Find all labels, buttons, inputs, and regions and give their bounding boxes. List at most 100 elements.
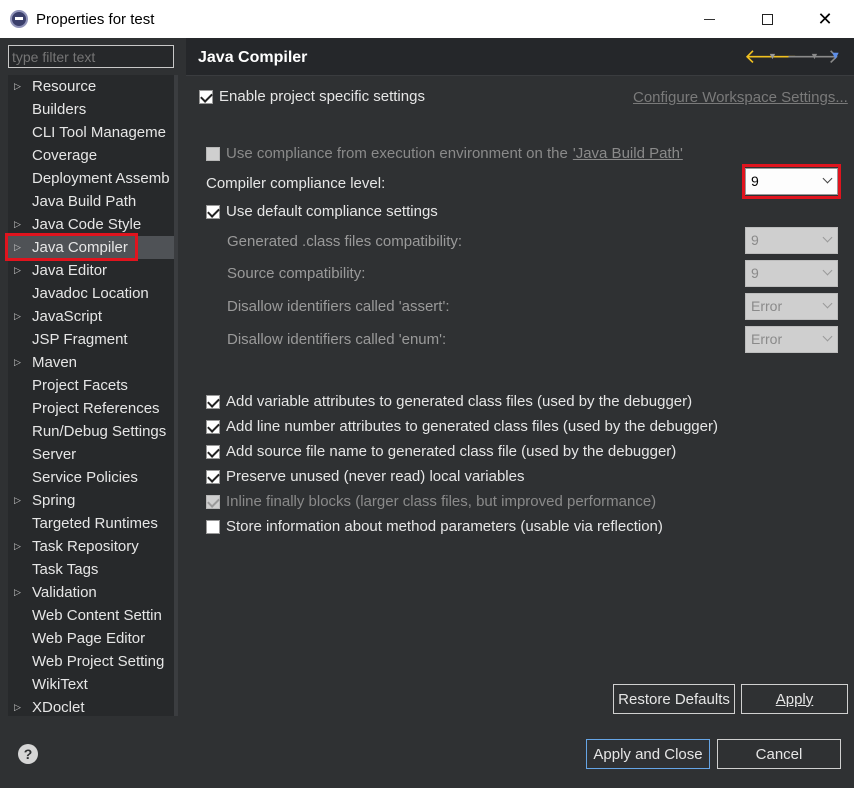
maximize-icon <box>761 13 773 25</box>
apply-button[interactable]: Apply <box>741 684 848 714</box>
sidebar-item[interactable]: Coverage <box>8 144 174 167</box>
title-bar: Properties for test ✕ <box>0 0 854 38</box>
sidebar-item[interactable]: ▷ Task Repository <box>8 535 174 558</box>
sidebar-item[interactable]: Server <box>8 443 174 466</box>
sidebar-item[interactable]: Deployment Assemb <box>8 167 174 190</box>
filter-input[interactable] <box>8 45 174 68</box>
configure-workspace-link[interactable]: Configure Workspace Settings... <box>633 89 848 106</box>
option-row[interactable]: Preserve unused (never read) local varia… <box>206 468 524 485</box>
sidebar-item-label: Builders <box>32 101 87 118</box>
sidebar-item[interactable]: Java Build Path <box>8 190 174 213</box>
expand-arrow-icon[interactable]: ▷ <box>8 81 32 92</box>
enable-project-specific-row[interactable]: Enable project specific settings <box>199 88 425 105</box>
disallow-assert-select: Error <box>745 293 838 320</box>
disallow-enum-label: Disallow identifiers called 'enum': <box>227 331 447 348</box>
restore-defaults-button[interactable]: Restore Defaults <box>613 684 735 714</box>
expand-arrow-icon[interactable]: ▷ <box>8 702 32 713</box>
maximize-button[interactable] <box>738 0 796 38</box>
option-row[interactable]: Add variable attributes to generated cla… <box>206 393 692 410</box>
sidebar-item-label: WikiText <box>32 676 88 693</box>
option-label: Preserve unused (never read) local varia… <box>226 468 525 485</box>
tree-scrollbar[interactable] <box>174 75 178 716</box>
expand-arrow-icon[interactable]: ▷ <box>8 495 32 506</box>
sidebar-item[interactable]: Task Tags <box>8 558 174 581</box>
sidebar-item[interactable]: ▷ Resource <box>8 75 174 98</box>
sidebar-item[interactable]: JSP Fragment <box>8 328 174 351</box>
source-compat-label: Source compatibility: <box>227 265 366 282</box>
sidebar-item[interactable]: ▷ Spring <box>8 489 174 512</box>
expand-arrow-icon[interactable]: ▷ <box>8 541 32 552</box>
page-header: Java Compiler 🡐 ▼ 🡒 ▼ ▼ <box>186 38 854 76</box>
sidebar-item[interactable]: Web Content Settin <box>8 604 174 627</box>
sidebar-item-label: Validation <box>32 584 97 601</box>
sidebar-item[interactable]: ▷ Maven <box>8 351 174 374</box>
back-dropdown-icon[interactable]: ▼ <box>768 46 777 66</box>
option-row[interactable]: Add source file name to generated class … <box>206 443 676 460</box>
source-compat-value: 9 <box>751 265 759 281</box>
sidebar-item-label: JSP Fragment <box>32 331 128 348</box>
forward-dropdown-icon[interactable]: ▼ <box>810 46 819 66</box>
use-default-compliance-checkbox[interactable] <box>206 204 220 219</box>
option-row[interactable]: Store information about method parameter… <box>206 518 663 535</box>
main-panel: Java Compiler 🡐 ▼ 🡒 ▼ ▼ Enable project s… <box>186 38 854 722</box>
sidebar-item-label: Deployment Assemb <box>32 170 170 187</box>
disallow-assert-label: Disallow identifiers called 'assert': <box>227 298 450 315</box>
option-checkbox[interactable] <box>206 444 220 459</box>
chevron-down-icon <box>822 232 833 243</box>
sidebar-item[interactable]: Project References <box>8 397 174 420</box>
chevron-down-icon <box>822 331 833 342</box>
apply-and-close-button[interactable]: Apply and Close <box>586 739 710 769</box>
minimize-icon <box>703 18 715 20</box>
sidebar-item-label: Project Facets <box>32 377 128 394</box>
sidebar-item[interactable]: Web Project Setting <box>8 650 174 673</box>
selected-item-highlight <box>5 233 138 261</box>
option-checkbox[interactable] <box>206 519 220 534</box>
option-row: Inline finally blocks (larger class file… <box>206 493 656 510</box>
page-title: Java Compiler <box>198 49 308 66</box>
expand-arrow-icon[interactable]: ▷ <box>8 587 32 598</box>
sidebar-item[interactable]: Javadoc Location <box>8 282 174 305</box>
option-checkbox[interactable] <box>206 419 220 434</box>
close-button[interactable]: ✕ <box>796 0 854 38</box>
compliance-level-label: Compiler compliance level: <box>206 175 386 192</box>
sidebar-item[interactable]: Targeted Runtimes <box>8 512 174 535</box>
help-icon[interactable]: ? <box>18 744 38 764</box>
minimize-button[interactable] <box>680 0 738 38</box>
dialog-footer: ? Apply and Close Cancel <box>0 722 854 788</box>
option-row[interactable]: Add line number attributes to generated … <box>206 418 718 435</box>
option-label: Store information about method parameter… <box>226 518 663 535</box>
option-checkbox[interactable] <box>206 394 220 409</box>
option-checkbox[interactable] <box>206 469 220 484</box>
sidebar-item[interactable]: Service Policies <box>8 466 174 489</box>
expand-arrow-icon[interactable]: ▷ <box>8 265 32 276</box>
enable-project-specific-checkbox[interactable] <box>199 89 213 104</box>
disallow-enum-value: Error <box>751 331 783 347</box>
sidebar-item[interactable]: Project Facets <box>8 374 174 397</box>
sidebar-item[interactable]: WikiText <box>8 673 174 696</box>
sidebar-item[interactable]: Run/Debug Settings <box>8 420 174 443</box>
disallow-assert-value: Error <box>751 298 783 314</box>
option-label: Inline finally blocks (larger class file… <box>226 493 657 510</box>
sidebar-item[interactable]: ▷ Java Editor <box>8 259 174 282</box>
view-menu-icon[interactable]: ▼ <box>830 46 841 66</box>
sidebar-item[interactable]: ▷ JavaScript <box>8 305 174 328</box>
sidebar-item-label: CLI Tool Manageme <box>32 124 166 141</box>
use-default-compliance-row[interactable]: Use default compliance settings <box>206 203 438 220</box>
sidebar-item-label: Web Project Setting <box>32 653 165 670</box>
use-compliance-env-checkbox <box>206 146 220 161</box>
cancel-button[interactable]: Cancel <box>717 739 841 769</box>
sidebar-item-label: Resource <box>32 78 97 95</box>
sidebar-item-label: JavaScript <box>32 308 103 325</box>
sidebar-item[interactable]: CLI Tool Manageme <box>8 121 174 144</box>
source-compat-select: 9 <box>745 260 838 287</box>
generated-class-compat-label: Generated .class files compatibility: <box>227 233 463 250</box>
expand-arrow-icon[interactable]: ▷ <box>8 357 32 368</box>
sidebar-item[interactable]: ▷ Validation <box>8 581 174 604</box>
expand-arrow-icon[interactable]: ▷ <box>8 311 32 322</box>
expand-arrow-icon[interactable]: ▷ <box>8 219 32 230</box>
sidebar-item-label: Task Repository <box>32 538 139 555</box>
sidebar-item-label: Coverage <box>32 147 98 164</box>
sidebar-item[interactable]: ▷ XDoclet <box>8 696 174 716</box>
sidebar-item[interactable]: Builders <box>8 98 174 121</box>
sidebar-item[interactable]: Web Page Editor <box>8 627 174 650</box>
